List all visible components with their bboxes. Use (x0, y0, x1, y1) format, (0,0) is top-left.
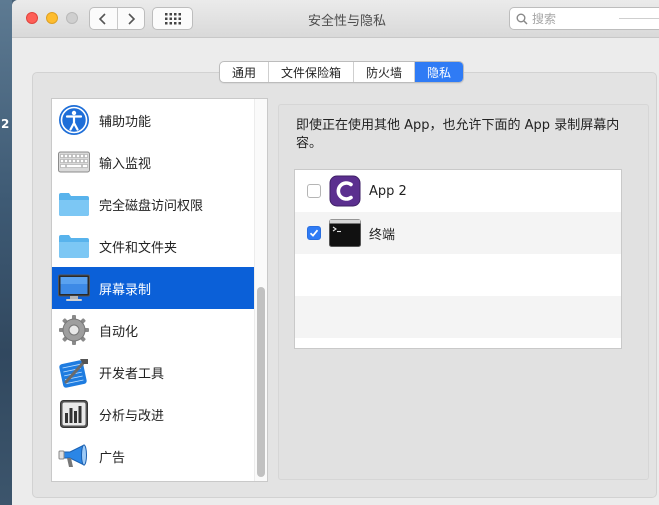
tab-privacy[interactable]: 隐私 (414, 62, 464, 82)
sidebar-item-label: 文件和文件夹 (99, 240, 178, 256)
tab-firewall[interactable]: 防火墙 (353, 62, 414, 82)
minimize-button[interactable] (46, 12, 58, 24)
chevron-right-icon (128, 12, 135, 25)
sidebar-item-screen-recording[interactable]: 屏幕录制 (52, 267, 254, 309)
sidebar-item-developer-tools[interactable]: 开发者工具 (52, 351, 254, 393)
navigation-buttons (89, 7, 145, 30)
zoom-button[interactable] (66, 12, 78, 24)
tab-filevault[interactable]: 文件保险箱 (268, 62, 353, 82)
app-name: 终端 (369, 227, 396, 243)
sidebar-item-files-and-folders[interactable]: 文件和文件夹 (52, 225, 254, 267)
sidebar-scrollbar-thumb[interactable] (257, 287, 265, 477)
checkmark-icon (309, 229, 319, 237)
close-button[interactable] (26, 12, 38, 24)
keyboard-icon (58, 146, 90, 178)
app-row-terminal[interactable]: 终端 (295, 212, 621, 254)
forward-button[interactable] (116, 8, 145, 29)
sidebar-item-automation[interactable]: 自动化 (52, 309, 254, 351)
sidebar-item-label: 广告 (99, 450, 126, 466)
sidebar-item-full-disk-access[interactable]: 完全磁盘访问权限 (52, 183, 254, 225)
folder-icon (58, 188, 90, 220)
back-button[interactable] (90, 8, 117, 29)
sidebar-item-label: 分析与改进 (99, 408, 165, 424)
developer-tools-icon (58, 356, 90, 388)
gear-icon (58, 314, 90, 346)
app-row-empty (295, 296, 621, 338)
terminal-icon (329, 217, 361, 249)
grid-icon (164, 12, 181, 24)
show-all-button[interactable] (152, 7, 193, 30)
sidebar-item-label: 屏幕录制 (99, 282, 152, 298)
display-icon (58, 272, 90, 304)
sidebar-item-advertising[interactable]: 广告 (52, 435, 254, 477)
sidebar-item-input-monitoring[interactable]: 输入监视 (52, 141, 254, 183)
desktop-label: 2 (1, 117, 10, 131)
tab-bar: 通用 文件保险箱 防火墙 隐私 (219, 61, 465, 83)
title-bar: 安全性与隐私 搜索 (12, 0, 659, 38)
screen-recording-description: 即使正在使用其他 App，也允许下面的 App 录制屏幕内容。 (296, 118, 620, 151)
terminal-checkbox[interactable] (307, 226, 321, 240)
sidebar-item-accessibility[interactable]: 辅助功能 (52, 99, 254, 141)
folder-icon (58, 230, 90, 262)
chevron-left-icon (99, 12, 106, 25)
app-row-app2[interactable]: App 2 (295, 170, 621, 212)
sidebar-item-label: 输入监视 (99, 156, 152, 172)
search-placeholder: 搜索 (532, 12, 557, 26)
tab-general[interactable]: 通用 (220, 62, 268, 82)
app-name: App 2 (369, 183, 407, 199)
sidebar-item-label: 辅助功能 (99, 114, 152, 130)
search-icon (516, 13, 528, 25)
app-list: App 2 终端 (294, 169, 622, 349)
analytics-icon (58, 398, 90, 430)
megaphone-icon (58, 440, 90, 472)
app2-icon (329, 175, 361, 207)
app-row-empty (295, 254, 621, 296)
sidebar-item-label: 完全磁盘访问权限 (99, 198, 204, 214)
sidebar-item-label: 开发者工具 (99, 366, 165, 382)
search-divider (619, 18, 659, 19)
privacy-category-list: 辅助功能 输入监视 完全磁盘访问权限 文件和文件夹 屏幕录制 自动化 开发者工具… (51, 98, 268, 482)
sidebar-item-label: 自动化 (99, 324, 139, 340)
window-title: 安全性与隐私 (307, 14, 386, 29)
desktop-background: 2 (0, 0, 12, 505)
app2-checkbox[interactable] (307, 184, 321, 198)
sidebar-item-analytics[interactable]: 分析与改进 (52, 393, 254, 435)
preferences-window: 安全性与隐私 搜索 通用 文件保险箱 防火墙 隐私 辅助功能 输入监视 完全磁盘… (12, 0, 659, 505)
accessibility-icon (58, 104, 90, 136)
